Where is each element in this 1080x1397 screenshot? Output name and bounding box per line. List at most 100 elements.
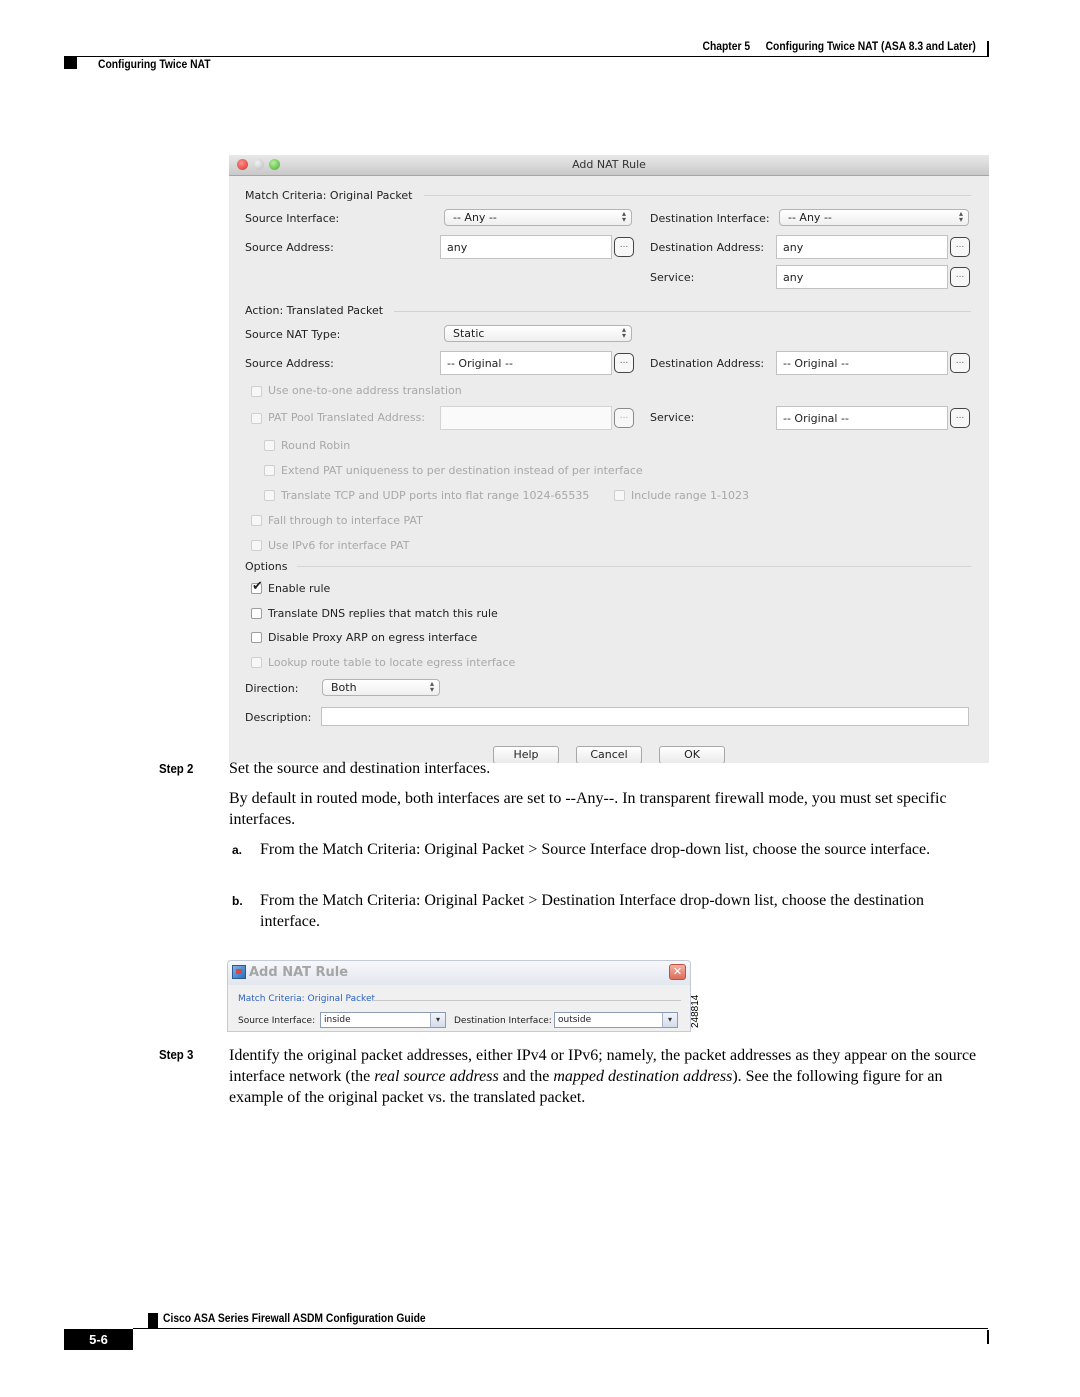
pat-pool-label: PAT Pool Translated Address: <box>268 411 426 424</box>
chapter-title: Configuring Twice NAT (ASA 8.3 and Later… <box>765 39 976 53</box>
translated-destination-address-label: Destination Address: <box>650 357 765 370</box>
chapter-label: Chapter 5 <box>702 39 751 53</box>
translated-service-browse-button[interactable]: ... <box>950 408 970 428</box>
step-3-text: Identify the original packet addresses, … <box>229 1045 994 1108</box>
updown-arrows-icon: ▴ ▾ <box>621 325 626 340</box>
footer-rule <box>133 1328 988 1329</box>
pat-pool-browse-button[interactable]: ... <box>614 408 634 428</box>
translated-service-field[interactable]: -- Original -- <box>776 406 948 430</box>
destination-interface-select[interactable]: -- Any -- ▴ ▾ <box>779 209 969 226</box>
source-address-label: Source Address: <box>245 241 334 254</box>
source-nat-type-select[interactable]: Static ▴ ▾ <box>444 325 632 342</box>
translated-destination-address-browse-button[interactable]: ... <box>950 353 970 373</box>
asdm-app-icon <box>232 965 246 979</box>
source-nat-type-value: Static <box>453 327 485 340</box>
translated-source-address-field[interactable]: -- Original -- <box>440 351 612 375</box>
snippet-title: Add NAT Rule <box>249 965 349 980</box>
source-interface-select[interactable]: -- Any -- ▴ ▾ <box>444 209 632 226</box>
enable-rule-label: Enable rule <box>268 582 331 595</box>
round-robin-checkbox[interactable] <box>264 440 275 451</box>
snippet-titlebar: Add NAT Rule ✕ <box>228 961 690 985</box>
description-field[interactable] <box>321 707 969 726</box>
running-header-section: Configuring Twice NAT <box>98 57 211 71</box>
destination-address-browse-button[interactable]: ... <box>950 237 970 257</box>
disable-proxy-arp-label: Disable Proxy ARP on egress interface <box>268 631 478 644</box>
lookup-route-label: Lookup route table to locate egress inte… <box>268 656 516 669</box>
step-3-label: Step 3 <box>159 1047 194 1062</box>
section-divider <box>394 311 971 312</box>
snippet-source-interface-combo[interactable]: inside ▾ <box>320 1012 446 1028</box>
flat-range-checkbox[interactable] <box>264 490 275 501</box>
lookup-route-checkbox[interactable] <box>251 657 262 668</box>
snippet-destination-interface-combo[interactable]: outside ▾ <box>554 1012 678 1028</box>
direction-select[interactable]: Both ▴ ▾ <box>322 679 440 696</box>
translated-service-label: Service: <box>650 411 695 424</box>
page-number: 5-6 <box>64 1329 133 1350</box>
enable-rule-checkbox[interactable]: ✔ <box>251 579 263 594</box>
footer-guide-title: Cisco ASA Series Firewall ASDM Configura… <box>163 1311 426 1325</box>
snippet-destination-interface-value: outside <box>558 1015 592 1025</box>
mapped-destination-address-term: mapped destination address <box>553 1068 733 1085</box>
checkmark-icon: ✔ <box>252 579 263 594</box>
destination-interface-label: Destination Interface: <box>650 212 770 225</box>
updown-arrows-icon: ▴ ▾ <box>958 209 963 224</box>
figure-id: 248814 <box>690 994 701 1028</box>
chevron-down-icon: ▾ <box>662 1013 677 1027</box>
fall-through-checkbox[interactable] <box>251 515 262 526</box>
step-3-text-part: and the <box>498 1068 554 1085</box>
step-2-item-b: From the Match Criteria: Original Packet… <box>260 892 924 930</box>
service-label: Service: <box>650 271 695 284</box>
header-bar-marker <box>987 41 989 56</box>
flat-range-label: Translate TCP and UDP ports into flat ra… <box>281 489 590 502</box>
dialog-title: Add NAT Rule <box>572 158 646 171</box>
list-marker-a: a. <box>232 843 243 857</box>
ipv6-interface-pat-checkbox[interactable] <box>251 540 262 551</box>
section-divider <box>297 566 971 567</box>
source-address-browse-button[interactable]: ... <box>614 237 634 257</box>
ipv6-interface-pat-label: Use IPv6 for interface PAT <box>268 539 410 552</box>
source-nat-type-label: Source NAT Type: <box>245 328 341 341</box>
step-2-paragraph: By default in routed mode, both interfac… <box>229 790 947 828</box>
real-source-address-term: real source address <box>374 1068 499 1085</box>
source-interface-label: Source Interface: <box>245 212 340 225</box>
chevron-down-icon: ▾ <box>430 1013 445 1027</box>
destination-address-label: Destination Address: <box>650 241 765 254</box>
pat-pool-checkbox[interactable] <box>251 413 262 424</box>
translated-source-address-label: Source Address: <box>245 357 334 370</box>
translate-dns-checkbox[interactable] <box>251 608 262 619</box>
running-header-chapter: Chapter 5 Configuring Twice NAT (ASA 8.3 … <box>703 39 976 53</box>
source-address-field[interactable]: any <box>440 235 612 259</box>
step-2-text: Set the source and destination interface… <box>229 760 491 777</box>
extend-pat-checkbox[interactable] <box>264 465 275 476</box>
description-label: Description: <box>245 711 312 724</box>
list-marker-b: b. <box>232 894 243 908</box>
close-icon[interactable]: ✕ <box>669 964 686 980</box>
snippet-source-interface-label: Source Interface: <box>238 1016 316 1026</box>
translated-destination-address-field[interactable]: -- Original -- <box>776 351 948 375</box>
section-divider <box>424 195 971 196</box>
snippet-section-title: Match Criteria: Original Packet <box>238 994 376 1004</box>
add-nat-rule-dialog-screenshot: Add NAT Rule Match Criteria: Original Pa… <box>229 155 989 763</box>
round-robin-label: Round Robin <box>281 439 351 452</box>
snippet-destination-interface-label: Destination Interface: <box>454 1016 552 1026</box>
service-browse-button[interactable]: ... <box>950 267 970 287</box>
options-section-title: Options <box>245 560 288 573</box>
include-range-checkbox[interactable] <box>614 490 625 501</box>
add-nat-rule-snippet-screenshot: Add NAT Rule ✕ Match Criteria: Original … <box>227 960 691 1032</box>
snippet-source-interface-value: inside <box>324 1015 351 1025</box>
pat-pool-field[interactable] <box>440 406 612 430</box>
action-section-title: Action: Translated Packet <box>245 304 384 317</box>
source-interface-value: -- Any -- <box>453 211 497 224</box>
translated-source-address-browse-button[interactable]: ... <box>614 353 634 373</box>
step-2-label: Step 2 <box>159 761 194 776</box>
one-to-one-checkbox[interactable] <box>251 386 262 397</box>
disable-proxy-arp-checkbox[interactable] <box>251 632 262 643</box>
one-to-one-label: Use one-to-one address translation <box>268 384 462 397</box>
section-divider <box>373 1000 681 1001</box>
service-field[interactable]: any <box>776 265 948 289</box>
updown-arrows-icon: ▴ ▾ <box>429 679 434 694</box>
fall-through-label: Fall through to interface PAT <box>268 514 423 527</box>
dialog-titlebar: Add NAT Rule <box>229 155 989 176</box>
destination-address-field[interactable]: any <box>776 235 948 259</box>
direction-label: Direction: <box>245 682 299 695</box>
